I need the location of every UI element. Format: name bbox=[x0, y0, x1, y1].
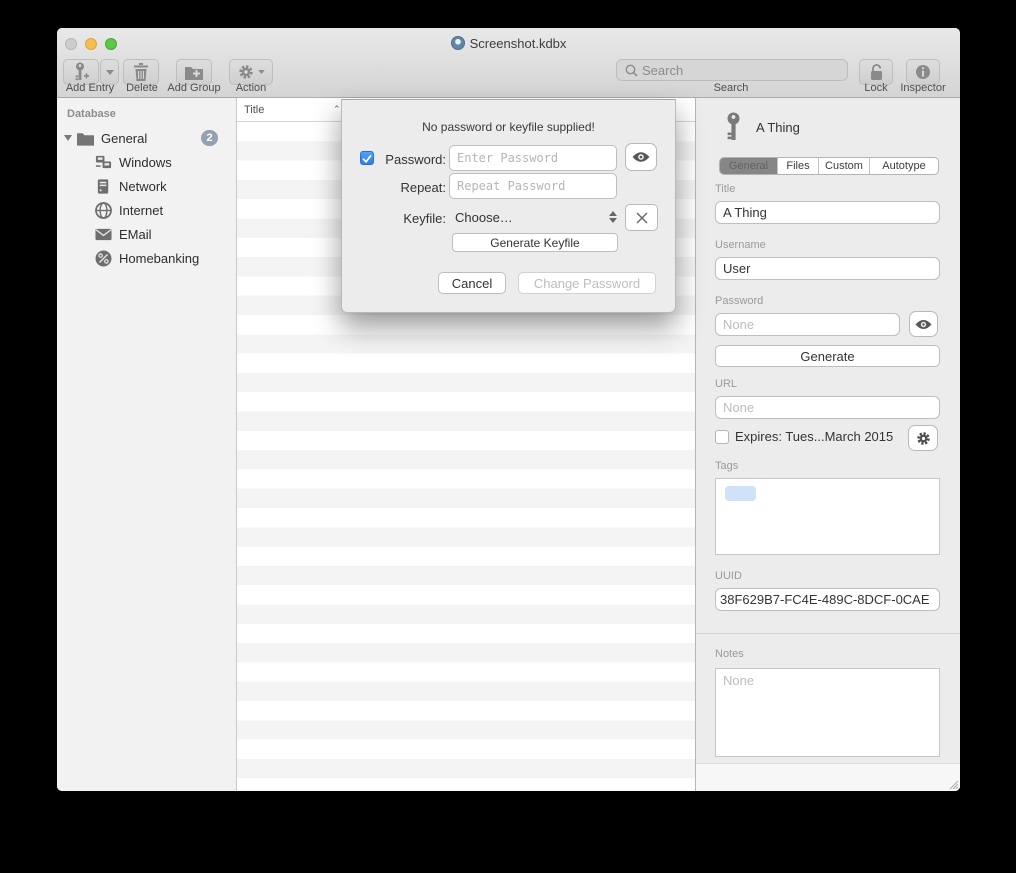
expires-checkbox[interactable] bbox=[715, 430, 729, 444]
url-field[interactable] bbox=[715, 396, 940, 419]
sheet-repeat-field[interactable] bbox=[449, 173, 617, 199]
email-icon bbox=[95, 226, 112, 243]
sheet-show-password-button[interactable] bbox=[625, 143, 657, 171]
password-label: Password bbox=[715, 295, 763, 307]
inspector-label: Inspector bbox=[895, 82, 951, 94]
popup-stepper-icon bbox=[609, 211, 617, 223]
add-entry-label: Add Entry bbox=[59, 82, 121, 94]
trash-icon bbox=[133, 63, 149, 81]
homebanking-icon bbox=[95, 250, 112, 267]
network-icon bbox=[95, 178, 112, 195]
search-field[interactable] bbox=[616, 59, 848, 81]
unlock-icon bbox=[869, 63, 884, 81]
uuid-field[interactable] bbox=[715, 588, 940, 611]
inspector-tabs: General Files Custom Autotype bbox=[719, 157, 939, 175]
expires-text: Expires: Tues...March 2015 bbox=[735, 429, 893, 444]
app-window: Screenshot.kdbx Add Entry Delete bbox=[57, 28, 960, 791]
folder-icon bbox=[77, 130, 94, 147]
entry-title: A Thing bbox=[756, 120, 800, 135]
sidebar-item-email[interactable]: EMail bbox=[57, 223, 236, 245]
sidebar-item-general[interactable]: General 2 bbox=[57, 127, 236, 149]
show-password-button[interactable] bbox=[909, 311, 938, 337]
column-header-title[interactable]: Title bbox=[237, 104, 333, 116]
tab-autotype[interactable]: Autotype bbox=[870, 158, 938, 174]
lock-label: Lock bbox=[860, 82, 892, 94]
sheet-message: No password or keyfile supplied! bbox=[342, 120, 675, 134]
gear-icon bbox=[238, 64, 254, 80]
sheet-password-field[interactable] bbox=[449, 145, 617, 171]
sheet-keyfile-label: Keyfile: bbox=[362, 211, 446, 226]
title-label: Title bbox=[715, 183, 735, 195]
window-chrome: Screenshot.kdbx Add Entry Delete bbox=[57, 28, 960, 98]
sheet-repeat-label: Repeat: bbox=[362, 180, 446, 195]
action-label: Action bbox=[231, 82, 271, 94]
inspector-footer bbox=[696, 763, 960, 791]
resize-grip[interactable] bbox=[947, 778, 958, 789]
tab-files[interactable]: Files bbox=[778, 158, 819, 174]
change-password-sheet: No password or keyfile supplied! Passwor… bbox=[341, 99, 676, 313]
gear-icon bbox=[916, 431, 931, 446]
sidebar-item-internet[interactable]: Internet bbox=[57, 199, 236, 221]
inspector-panel: A Thing General Files Custom Autotype Ti… bbox=[696, 98, 960, 791]
keyfile-popup[interactable]: Choose… bbox=[455, 204, 617, 230]
section-divider bbox=[696, 633, 960, 634]
search-label: Search bbox=[701, 82, 761, 94]
tags-box[interactable] bbox=[715, 478, 940, 555]
sidebar-item-windows[interactable]: Windows bbox=[57, 151, 236, 173]
delete-label: Delete bbox=[123, 82, 161, 94]
tags-label: Tags bbox=[715, 460, 738, 472]
search-input[interactable] bbox=[642, 63, 839, 78]
chevron-down-icon bbox=[106, 70, 114, 75]
username-label: Username bbox=[715, 239, 766, 251]
cancel-button[interactable]: Cancel bbox=[438, 272, 506, 294]
key-icon bbox=[725, 112, 742, 142]
folder-plus-icon bbox=[185, 65, 203, 80]
title-field[interactable] bbox=[715, 201, 940, 224]
windows-icon bbox=[95, 154, 112, 171]
key-plus-icon bbox=[74, 62, 89, 82]
eye-icon bbox=[632, 151, 650, 163]
internet-icon bbox=[95, 202, 112, 219]
clear-keyfile-button[interactable] bbox=[625, 204, 658, 231]
window-title: Screenshot.kdbx bbox=[57, 36, 960, 51]
sidebar-header: Database bbox=[67, 108, 116, 120]
uuid-label: UUID bbox=[715, 570, 742, 582]
generate-keyfile-button[interactable]: Generate Keyfile bbox=[452, 233, 618, 252]
close-x-icon bbox=[636, 212, 648, 224]
sheet-password-label: Password: bbox=[362, 152, 446, 167]
disclosure-triangle-icon[interactable] bbox=[64, 135, 72, 141]
notes-field[interactable] bbox=[715, 668, 940, 757]
search-icon bbox=[625, 64, 638, 77]
info-icon bbox=[915, 64, 931, 80]
tab-custom[interactable]: Custom bbox=[819, 158, 870, 174]
url-label: URL bbox=[715, 378, 737, 390]
password-field[interactable] bbox=[715, 313, 900, 336]
expires-row: Expires: Tues...March 2015 bbox=[715, 429, 893, 444]
keyfile-popup-value: Choose… bbox=[455, 210, 513, 225]
chevron-down-icon bbox=[258, 70, 265, 74]
generate-password-button[interactable]: Generate bbox=[715, 345, 940, 367]
eye-icon bbox=[915, 319, 932, 330]
tab-general[interactable]: General bbox=[720, 158, 778, 174]
document-icon bbox=[451, 36, 465, 50]
add-group-label: Add Group bbox=[163, 82, 225, 94]
group-count-badge: 2 bbox=[201, 130, 218, 146]
sidebar-item-homebanking[interactable]: Homebanking bbox=[57, 247, 236, 269]
sort-ascending-icon: ⌃ bbox=[333, 104, 341, 115]
expires-settings-button[interactable] bbox=[908, 425, 938, 451]
tag-pill[interactable] bbox=[725, 486, 756, 501]
notes-label: Notes bbox=[715, 648, 744, 660]
sidebar-item-network[interactable]: Network bbox=[57, 175, 236, 197]
change-password-button[interactable]: Change Password bbox=[518, 272, 656, 294]
username-field[interactable] bbox=[715, 257, 940, 280]
group-sidebar: Database General 2 Windows bbox=[57, 98, 237, 791]
